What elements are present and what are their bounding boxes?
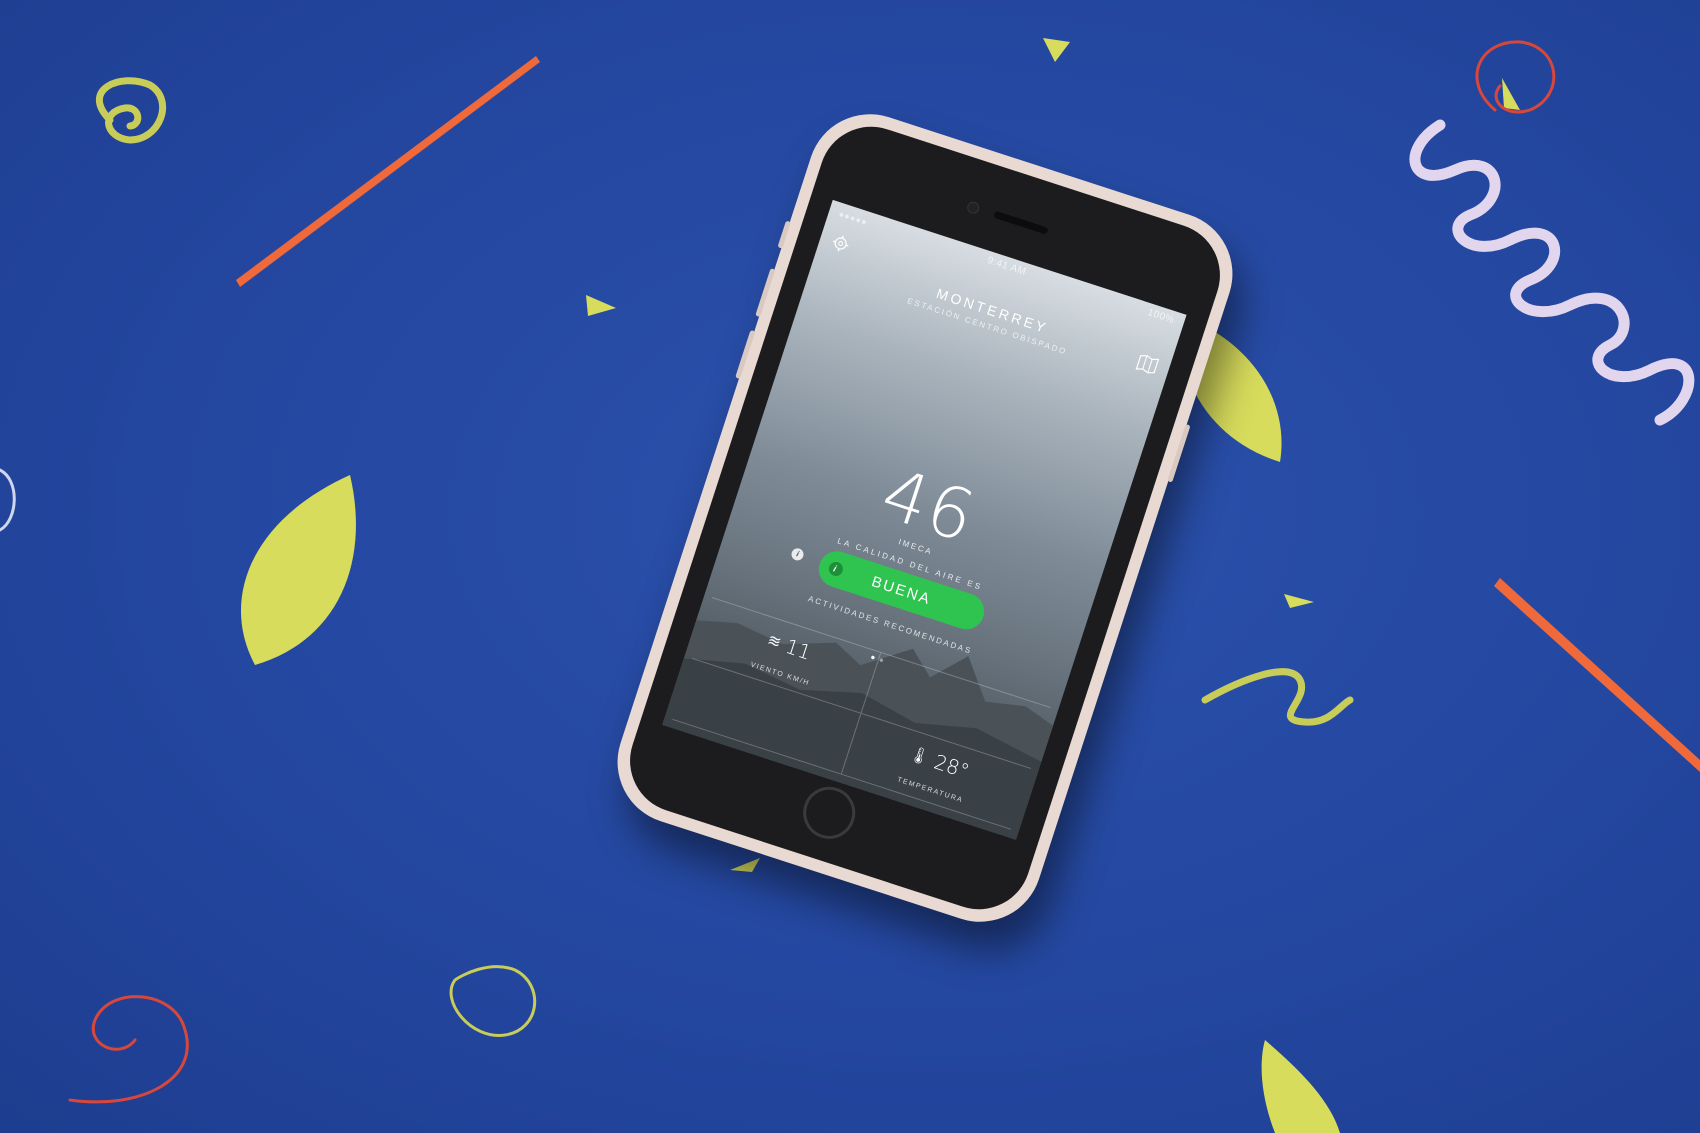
- temperature-value: 28°: [931, 749, 973, 784]
- orange-paper-strip: [236, 56, 540, 287]
- yellow-paper-curl: [95, 77, 167, 144]
- yellow-confetti: [1284, 594, 1314, 608]
- front-camera: [965, 200, 981, 216]
- red-paper-curl: [68, 995, 189, 1104]
- yellow-confetti: [730, 858, 760, 872]
- red-paper-curl: [1475, 40, 1556, 114]
- white-paper-ribbon: [1409, 119, 1695, 426]
- wind-icon: ≋: [765, 629, 784, 653]
- battery-level: 100%: [1146, 307, 1176, 327]
- activities-info-icon[interactable]: i: [789, 546, 806, 562]
- orange-paper-strip: [1494, 578, 1700, 772]
- yellow-confetti: [1502, 78, 1520, 110]
- thermometer-icon: 🌡: [907, 743, 933, 768]
- yellow-paper-curl: [1201, 668, 1354, 726]
- yellow-confetti: [586, 295, 616, 316]
- info-icon: i: [827, 560, 845, 578]
- wind-speed-value: 11: [782, 633, 815, 665]
- yellow-paper-leaf: [1261, 1040, 1340, 1133]
- home-button[interactable]: [796, 780, 862, 846]
- yellow-paper-leaf: [240, 475, 356, 665]
- white-paper-coil: [0, 468, 16, 532]
- air-quality-status-label: BUENA: [869, 572, 934, 608]
- yellow-paper-ring: [449, 965, 537, 1037]
- earpiece-speaker: [993, 210, 1049, 235]
- yellow-confetti: [1043, 38, 1070, 62]
